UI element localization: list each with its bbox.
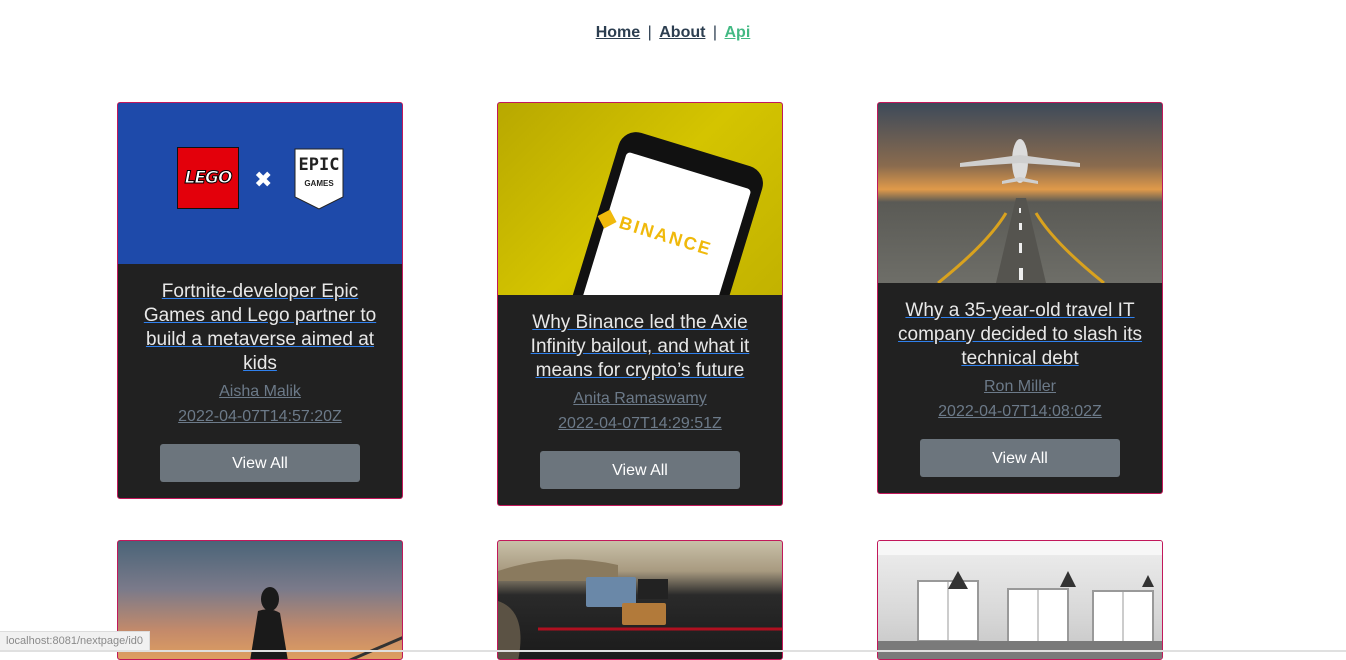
card-author-link[interactable]: Aisha Malik: [136, 382, 384, 401]
card-image-office[interactable]: [878, 541, 1162, 660]
browser-status-url: localhost:8081/nextpage/id0: [0, 631, 150, 650]
airplane-icon: [960, 139, 1080, 184]
card-title-link[interactable]: Why Binance led the Axie Infinity bailou…: [516, 311, 764, 383]
news-card: [877, 540, 1163, 660]
view-all-button[interactable]: View All: [160, 444, 360, 482]
card-title-link[interactable]: Fortnite-developer Epic Games and Lego p…: [136, 280, 384, 376]
epic-games-logo: EPIC GAMES: [291, 147, 347, 211]
cross-icon: ✖: [254, 167, 272, 193]
phone-image: [563, 128, 768, 295]
nav-separator: |: [648, 24, 652, 41]
card-author-link[interactable]: Anita Ramaswamy: [516, 389, 764, 408]
card-image-binance-phone[interactable]: BINANCE: [498, 103, 782, 295]
card-title-link[interactable]: Why a 35-year-old travel IT company deci…: [896, 299, 1144, 371]
news-card: [497, 540, 783, 660]
news-card: [117, 540, 403, 660]
news-card: BINANCE Why Binance led the Axie Infinit…: [497, 102, 783, 506]
card-image-car-dashboard[interactable]: [498, 541, 782, 660]
card-date-link[interactable]: 2022-04-07T14:08:02Z: [896, 402, 1144, 421]
card-image-silhouette[interactable]: [118, 541, 402, 660]
card-author-link[interactable]: Ron Miller: [896, 377, 1144, 396]
view-all-button[interactable]: View All: [540, 451, 740, 489]
nav-about-link[interactable]: About: [659, 24, 705, 41]
nav-home-link[interactable]: Home: [596, 24, 640, 41]
view-all-button[interactable]: View All: [920, 439, 1120, 477]
top-nav: Home | About | Api: [0, 24, 1346, 42]
card-image-airplane-runway[interactable]: [878, 103, 1162, 283]
nav-separator: |: [713, 24, 717, 41]
news-card: LEGO ✖ EPIC GAMES Fortnite-developer Epi…: [117, 102, 403, 499]
card-date-link[interactable]: 2022-04-07T14:57:20Z: [136, 407, 384, 426]
news-card: Why a 35-year-old travel IT company deci…: [877, 102, 1163, 494]
nav-api-link[interactable]: Api: [725, 24, 751, 41]
lego-logo: LEGO: [177, 147, 239, 209]
card-date-link[interactable]: 2022-04-07T14:29:51Z: [516, 414, 764, 433]
card-image-lego-epic[interactable]: LEGO ✖ EPIC GAMES: [118, 103, 402, 264]
